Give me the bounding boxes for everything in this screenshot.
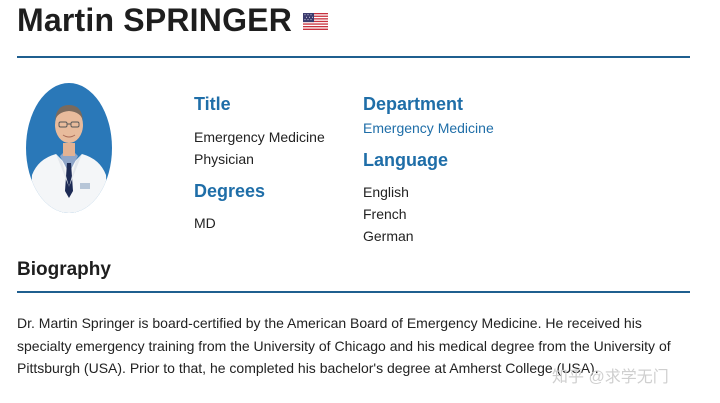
language-heading: Language xyxy=(363,150,449,170)
header-divider xyxy=(17,56,690,58)
page-title: Martin SPRINGER xyxy=(17,2,293,38)
language-item-french: French xyxy=(363,206,407,222)
degree-value: MD xyxy=(194,215,216,231)
watermark: 知乎 @求学无门 xyxy=(552,369,669,386)
title-value-line-2: Physician xyxy=(194,151,254,167)
biography-heading: Biography xyxy=(17,259,111,280)
biography-divider xyxy=(17,291,690,293)
title-heading: Title xyxy=(194,94,231,114)
us-flag-icon xyxy=(303,13,328,30)
title-value-line-1: Emergency Medicine xyxy=(194,129,325,145)
language-item-german: German xyxy=(363,228,414,244)
degrees-heading: Degrees xyxy=(194,181,266,201)
language-item-english: English xyxy=(363,184,409,200)
department-heading: Department xyxy=(363,94,464,114)
avatar xyxy=(26,83,112,213)
department-link[interactable]: Emergency Medicine xyxy=(363,117,494,139)
